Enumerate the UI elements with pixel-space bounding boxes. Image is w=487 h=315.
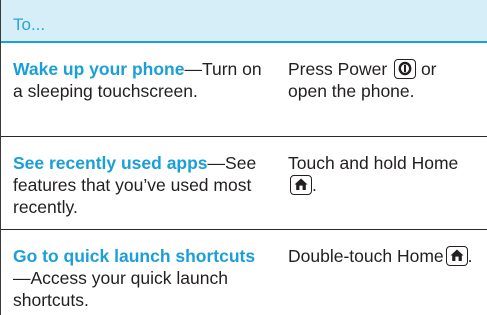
row-action-suffix: .: [467, 246, 473, 266]
row-action-text: Press Power: [288, 59, 388, 79]
row-action-text: Double-touch Home: [288, 246, 444, 266]
row-title: See recently used apps: [13, 153, 208, 173]
table-row: See recently used apps—See features that…: [1, 136, 487, 229]
table-row: Go to quick launch shortcuts—Access your…: [1, 229, 487, 315]
header-label: To...: [13, 15, 46, 34]
row-description-cell: See recently used apps—See features that…: [13, 152, 268, 218]
row-action-suffix: .: [312, 175, 317, 195]
row-description-cell: Go to quick launch shortcuts—Access your…: [13, 245, 268, 311]
table-header: To...: [1, 0, 487, 43]
home-icon: [290, 175, 312, 195]
row-description: —Access your quick launch shortcuts.: [13, 268, 228, 310]
row-action-text: Touch and hold Home: [288, 153, 459, 173]
row-title: Go to quick launch shortcuts: [13, 246, 256, 266]
home-icon: [445, 246, 468, 266]
row-action-cell: Press Power or open the phone.: [288, 58, 478, 102]
row-action-cell: Touch and hold Home .: [288, 152, 478, 196]
row-description-cell: Wake up your phone—Turn on a sleeping to…: [13, 58, 268, 102]
row-action-cell: Double-touch Home .: [288, 245, 478, 267]
row-title: Wake up your phone: [13, 59, 185, 79]
table-row: Wake up your phone—Turn on a sleeping to…: [1, 43, 487, 136]
instruction-table: To... Wake up your phone—Turn on a sleep…: [0, 0, 487, 315]
power-icon: [394, 59, 417, 79]
